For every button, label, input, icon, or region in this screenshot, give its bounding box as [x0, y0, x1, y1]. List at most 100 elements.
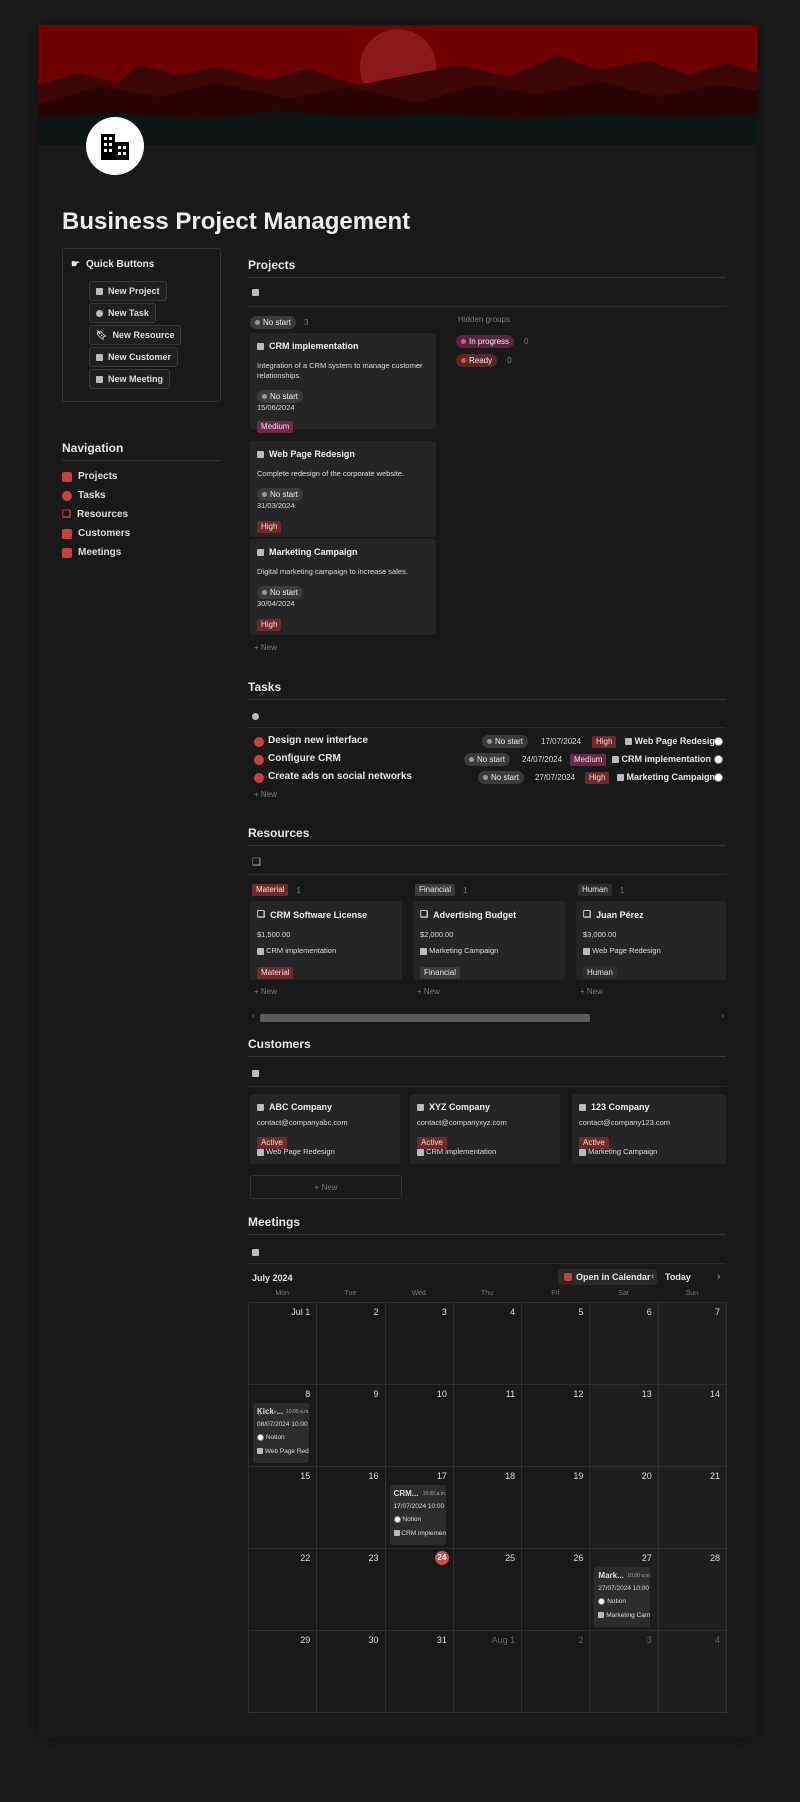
calendar-day-cell[interactable]: 23 [317, 1549, 386, 1631]
person-name: Notion [607, 1598, 627, 1606]
meeting-event-card[interactable]: Kick-... 10:00 a.m. 08/07/2024 10:00 Notio… [253, 1403, 309, 1463]
calendar-day-cell[interactable]: 28 [658, 1549, 727, 1631]
calendar-day-cell[interactable]: 26 [522, 1549, 591, 1631]
calendar-day-cell[interactable]: 21 [658, 1467, 727, 1549]
event-time: 10:00 a.m. [422, 1491, 446, 1497]
calendar-day-cell[interactable]: 17 CRM... 10:00 a.m. 17/07/2024 10:00 Notio… [385, 1467, 454, 1549]
calendar-day-cell[interactable]: 16 [317, 1467, 386, 1549]
card-title: ABC Company [257, 1102, 332, 1112]
calendar-day-cell[interactable]: 11 [453, 1385, 523, 1467]
calendar-day-cell[interactable]: 12 [522, 1385, 591, 1467]
customers-view-divider [248, 1086, 726, 1087]
calendar-day-cell[interactable]: 22 [249, 1549, 318, 1631]
priority-tag: High [585, 772, 610, 784]
hidden-group-in-progress[interactable]: In progress 0 [456, 335, 528, 348]
project-card-crm[interactable]: CRM implementation Integration of a CRM … [250, 333, 436, 433]
customer-card-abc[interactable]: ABC Company contact@companyabc.com Activ… [250, 1094, 400, 1164]
projects-new-button[interactable]: + New [254, 643, 277, 652]
task-project[interactable]: CRM implementation [612, 754, 711, 764]
today-button[interactable]: Today [665, 1272, 691, 1282]
new-resource-button[interactable]: 🔖︎ New Resource [89, 325, 182, 345]
nav-item-projects[interactable]: Projects [62, 471, 117, 482]
resource-card-crm-license[interactable]: ❏ CRM Software License $1,500.00 CRM impl… [250, 901, 402, 980]
new-project-button[interactable]: New Project [89, 281, 167, 301]
scroll-left-icon[interactable]: ‹ [252, 1011, 255, 1020]
calendar-day-cell[interactable]: 18 [453, 1467, 523, 1549]
calendar-day-cell[interactable]: 29 [249, 1631, 318, 1713]
table-row[interactable]: Configure CRM No start 24/07/2024 Medium… [252, 752, 726, 768]
new-label: New [260, 987, 277, 996]
calendar-day-cell[interactable]: 27 Mark... 10:00 a.m. 27/07/2024 10:00 Noti… [590, 1549, 659, 1631]
calendar-day-cell[interactable]: 19 [522, 1467, 591, 1549]
page-icon-building [86, 117, 144, 175]
resource-card-juan[interactable]: ❏ Juan Pérez $3,000.00 Web Page Redesign … [576, 901, 726, 980]
status-badge: No start [257, 586, 304, 599]
resource-new-material[interactable]: + New [254, 987, 277, 996]
horizontal-scrollbar[interactable]: ‹ › [250, 1011, 726, 1022]
customer-project: Marketing Campaign [579, 1147, 657, 1156]
calendar-day-cell[interactable]: 4 [453, 1303, 523, 1385]
customers-new-button[interactable]: + New [250, 1175, 402, 1199]
day-number: 6 [646, 1307, 652, 1317]
nav-item-resources[interactable]: ❏ Resources [62, 509, 128, 520]
project-card-web[interactable]: Web Page Redesign Complete redesign of t… [250, 441, 436, 537]
customer-card-123[interactable]: 123 Company contact@company123.com Activ… [572, 1094, 726, 1164]
calendar-day-cell[interactable]: 15 [249, 1467, 318, 1549]
calendar-day-cell[interactable]: 20 [590, 1467, 659, 1549]
calendar-day-cell[interactable]: 30 [317, 1631, 386, 1713]
calendar-day-cell[interactable]: Aug 1 [453, 1631, 523, 1713]
table-row[interactable]: Design new interface No start 17/07/2024… [252, 734, 726, 750]
resource-group-material: Material 1 [252, 884, 301, 896]
calendar-day-cell[interactable]: 10 [385, 1385, 454, 1467]
scroll-right-icon[interactable]: › [721, 1011, 724, 1020]
nav-item-customers[interactable]: Customers [62, 528, 130, 539]
resource-card-advertising[interactable]: ❏ Advertising Budget $2,000.00 Marketing … [413, 901, 565, 980]
new-task-button[interactable]: New Task [89, 303, 156, 323]
table-row[interactable]: Create ads on social networks No start 2… [252, 770, 726, 786]
hidden-group-ready[interactable]: Ready 0 [456, 354, 512, 367]
task-project[interactable]: Web Page Redesign [625, 736, 720, 746]
new-customer-button[interactable]: New Customer [89, 347, 179, 367]
calendar-day-cell[interactable]: 13 [590, 1385, 659, 1467]
calendar-day-cell[interactable]: 9 [317, 1385, 386, 1467]
task-project[interactable]: Marketing Campaign [617, 772, 715, 782]
resource-new-human[interactable]: + New [580, 987, 603, 996]
bookmark-icon: ❏ [420, 909, 429, 919]
event-person: Notion [598, 1598, 626, 1605]
next-month-icon[interactable]: › [717, 1271, 720, 1282]
calendar-day-cell[interactable]: 3 [590, 1631, 659, 1713]
calendar-day-cell[interactable]: 24 [385, 1549, 454, 1631]
resource-new-financial[interactable]: + New [417, 987, 440, 996]
tasks-new-button[interactable]: + New [254, 790, 277, 799]
card-title-text: Marketing Campaign [269, 547, 358, 557]
calendar-day-cell[interactable]: 25 [453, 1549, 523, 1631]
customer-card-xyz[interactable]: XYZ Company contact@companyxyz.com Activ… [410, 1094, 560, 1164]
calendar-day-cell[interactable]: 3 [385, 1303, 454, 1385]
id-card-icon [579, 1103, 586, 1111]
scrollbar-thumb[interactable] [260, 1014, 590, 1022]
status-badge: No start [257, 488, 304, 501]
task-name: Configure CRM [268, 753, 341, 764]
prev-month-icon[interactable]: ‹ [651, 1271, 654, 1282]
group-count: 1 [296, 885, 301, 895]
open-in-calendar-button[interactable]: Open in Calendar [558, 1269, 657, 1285]
calendar-day-cell[interactable]: 2 [317, 1303, 386, 1385]
meeting-event-card[interactable]: Mark... 10:00 a.m. 27/07/2024 10:00 Notion… [594, 1567, 651, 1627]
calendar-day-cell[interactable]: 2 [522, 1631, 591, 1713]
calendar-icon [564, 1273, 572, 1281]
calendar-day-cell[interactable]: 8 Kick-... 10:00 a.m. 08/07/2024 10:00 Noti… [249, 1385, 318, 1467]
new-meeting-button[interactable]: New Meeting [89, 369, 171, 389]
meeting-event-card[interactable]: CRM... 10:00 a.m. 17/07/2024 10:00 Notion … [389, 1485, 446, 1545]
nav-item-tasks[interactable]: Tasks [62, 490, 106, 501]
calendar-day-cell[interactable]: 31 [385, 1631, 454, 1713]
avatar [714, 755, 723, 764]
calendar-day-cell[interactable]: 5 [522, 1303, 591, 1385]
calendar-day-cell[interactable]: 6 [590, 1303, 659, 1385]
calendar-day-cell[interactable]: 4 [658, 1631, 727, 1713]
calendar-day-cell[interactable]: 7 [658, 1303, 727, 1385]
calendar-day-cell[interactable]: 14 [658, 1385, 727, 1467]
id-card-icon [62, 528, 72, 539]
project-card-marketing[interactable]: Marketing Campaign Digital marketing cam… [250, 539, 436, 635]
calendar-day-cell[interactable]: Jul 1 [249, 1303, 318, 1385]
nav-item-meetings[interactable]: Meetings [62, 547, 121, 558]
